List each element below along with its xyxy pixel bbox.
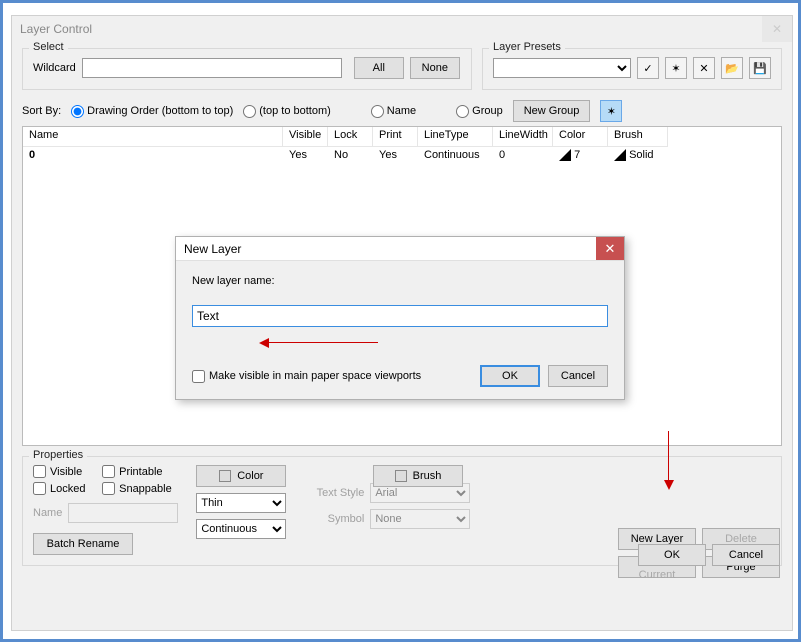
brush-swatch-icon (614, 149, 626, 161)
locked-checkbox[interactable]: Locked (33, 482, 92, 495)
ok-button[interactable]: OK (638, 544, 706, 566)
dialog-title: New Layer (184, 242, 241, 256)
cell-linetype: Continuous (418, 147, 493, 167)
lineweight-combo[interactable]: Thin (196, 493, 286, 513)
preset-star-button[interactable]: ✶ (665, 57, 687, 79)
cell-name: 0 (29, 149, 35, 161)
brush-swatch-icon (395, 470, 407, 482)
window-close-button[interactable]: ✕ (762, 16, 792, 42)
color-swatch-icon (219, 470, 231, 482)
preset-open-button[interactable] (721, 57, 743, 79)
cancel-button[interactable]: Cancel (712, 544, 780, 566)
col-linewidth[interactable]: LineWidth (493, 127, 553, 147)
brush-button[interactable]: Brush (373, 465, 463, 487)
sort-group-radio[interactable]: Group (456, 105, 503, 118)
layer-presets-group: Layer Presets ✓ ✶ ✕ (482, 48, 782, 90)
preset-save-button[interactable] (749, 57, 771, 79)
select-group: Select Wildcard All None (22, 48, 472, 90)
presets-legend: Layer Presets (489, 41, 565, 53)
sort-drawing-order-radio[interactable]: Drawing Order (bottom to top) (71, 105, 233, 118)
window-title: Layer Control (20, 22, 92, 36)
linetype-combo[interactable]: Continuous (196, 519, 286, 539)
dialog-close-button[interactable]: ✕ (596, 237, 624, 260)
table-row[interactable]: 0 Yes No Yes Continuous 0 7 Solid (23, 147, 781, 167)
col-color[interactable]: Color (553, 127, 608, 147)
dialog-cancel-button[interactable]: Cancel (548, 365, 608, 387)
select-all-button[interactable]: All (354, 57, 404, 79)
visible-checkbox[interactable]: Visible (33, 465, 92, 478)
col-linetype[interactable]: LineType (418, 127, 493, 147)
cell-print: Yes (373, 147, 418, 167)
symbol-label: Symbol (304, 513, 364, 525)
cell-lock: No (328, 147, 373, 167)
make-visible-checkbox[interactable]: Make visible in main paper space viewpor… (192, 370, 421, 383)
name-label: Name (33, 507, 62, 519)
select-none-button[interactable]: None (410, 57, 460, 79)
annotation-arrow-newlayer (668, 431, 669, 481)
window-titlebar: Layer Control ✕ (12, 16, 792, 42)
properties-legend: Properties (29, 449, 87, 461)
name-input[interactable] (68, 503, 178, 523)
dialog-ok-button[interactable]: OK (480, 365, 540, 387)
symbol-combo[interactable]: None (370, 509, 470, 529)
cell-linewidth: 0 (493, 147, 553, 167)
cell-color: 7 (553, 147, 608, 167)
color-button[interactable]: Color (196, 465, 286, 487)
new-group-button[interactable]: New Group (513, 100, 591, 122)
annotation-arrow-input (268, 342, 378, 343)
sort-top-to-bottom-radio[interactable]: (top to bottom) (243, 105, 331, 118)
preset-apply-button[interactable]: ✓ (637, 57, 659, 79)
col-visible[interactable]: Visible (283, 127, 328, 147)
col-lock[interactable]: Lock (328, 127, 373, 147)
textstyle-label: Text Style (304, 487, 364, 499)
select-legend: Select (29, 41, 68, 53)
cell-visible: Yes (283, 147, 328, 167)
col-brush[interactable]: Brush (608, 127, 668, 147)
col-print[interactable]: Print (373, 127, 418, 147)
new-layer-name-input[interactable] (192, 305, 608, 327)
col-name[interactable]: Name (23, 127, 283, 147)
dialog-titlebar: New Layer ✕ (176, 237, 624, 261)
cell-brush: Solid (608, 147, 668, 167)
presets-combo[interactable] (493, 58, 631, 78)
sortby-label: Sort By: (22, 105, 61, 117)
color-swatch-icon (559, 149, 571, 161)
printable-checkbox[interactable]: Printable (102, 465, 178, 478)
preset-delete-button[interactable]: ✕ (693, 57, 715, 79)
sort-name-radio[interactable]: Name (371, 105, 416, 118)
group-star-button[interactable]: ✶ (600, 100, 622, 122)
grid-header: Name Visible Lock Print LineType LineWid… (23, 127, 781, 147)
new-layer-name-label: New layer name: (192, 275, 608, 287)
new-layer-dialog: New Layer ✕ New layer name: Make visible… (175, 236, 625, 400)
batch-rename-button[interactable]: Batch Rename (33, 533, 133, 555)
wildcard-label: Wildcard (33, 62, 76, 74)
wildcard-input[interactable] (82, 58, 342, 78)
sort-by-row: Sort By: Drawing Order (bottom to top) (… (22, 100, 782, 122)
snappable-checkbox[interactable]: Snappable (102, 482, 178, 495)
